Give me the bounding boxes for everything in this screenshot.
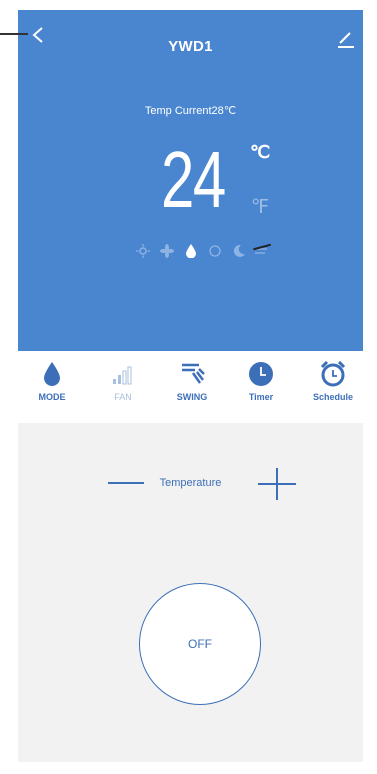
fan-icon xyxy=(160,244,174,258)
tab-timer-label: Timer xyxy=(248,392,274,402)
tab-swing-label: SWING xyxy=(176,392,208,402)
fahrenheit-unit[interactable]: ℉ xyxy=(251,196,269,219)
edit-pencil-icon[interactable] xyxy=(335,28,357,50)
power-button[interactable]: OFF xyxy=(139,583,261,705)
power-button-label: OFF xyxy=(188,637,212,651)
tab-swing[interactable]: SWING xyxy=(162,361,222,417)
current-temperature: Temp Current28℃ xyxy=(144,105,237,117)
tab-schedule[interactable]: Schedule xyxy=(303,361,363,417)
alarm-clock-icon xyxy=(320,361,346,387)
tab-fan-label: FAN xyxy=(114,392,132,402)
function-tab-bar: MODE FAN SWING Timer Schedule xyxy=(18,351,363,423)
swing-icon xyxy=(182,363,205,384)
setpoint-value: 24 xyxy=(161,135,226,224)
tab-mode[interactable]: MODE xyxy=(22,361,82,417)
back-pointer-line xyxy=(0,33,28,35)
sun-icon xyxy=(136,244,150,258)
snowflake-icon xyxy=(209,245,221,257)
temperature-increase-button[interactable] xyxy=(258,468,296,500)
tab-schedule-label: Schedule xyxy=(312,392,353,402)
tab-mode-label: MODE xyxy=(38,392,66,402)
tab-timer[interactable]: Timer xyxy=(231,361,291,417)
temperature-control: Temperature xyxy=(18,468,363,500)
tab-fan[interactable]: FAN xyxy=(93,361,153,417)
clock-icon xyxy=(249,362,273,386)
device-title: YWD1 xyxy=(168,38,213,55)
drop-icon xyxy=(186,244,196,258)
temperature-label: Temperature xyxy=(159,477,222,489)
celsius-unit[interactable]: ℃ xyxy=(250,142,270,163)
drop-icon xyxy=(44,362,60,386)
signal-bars-icon xyxy=(113,366,132,385)
moon-icon xyxy=(233,244,245,257)
header-panel: YWD1 Temp Current28℃ 24 ℃ ℉ xyxy=(0,10,363,351)
